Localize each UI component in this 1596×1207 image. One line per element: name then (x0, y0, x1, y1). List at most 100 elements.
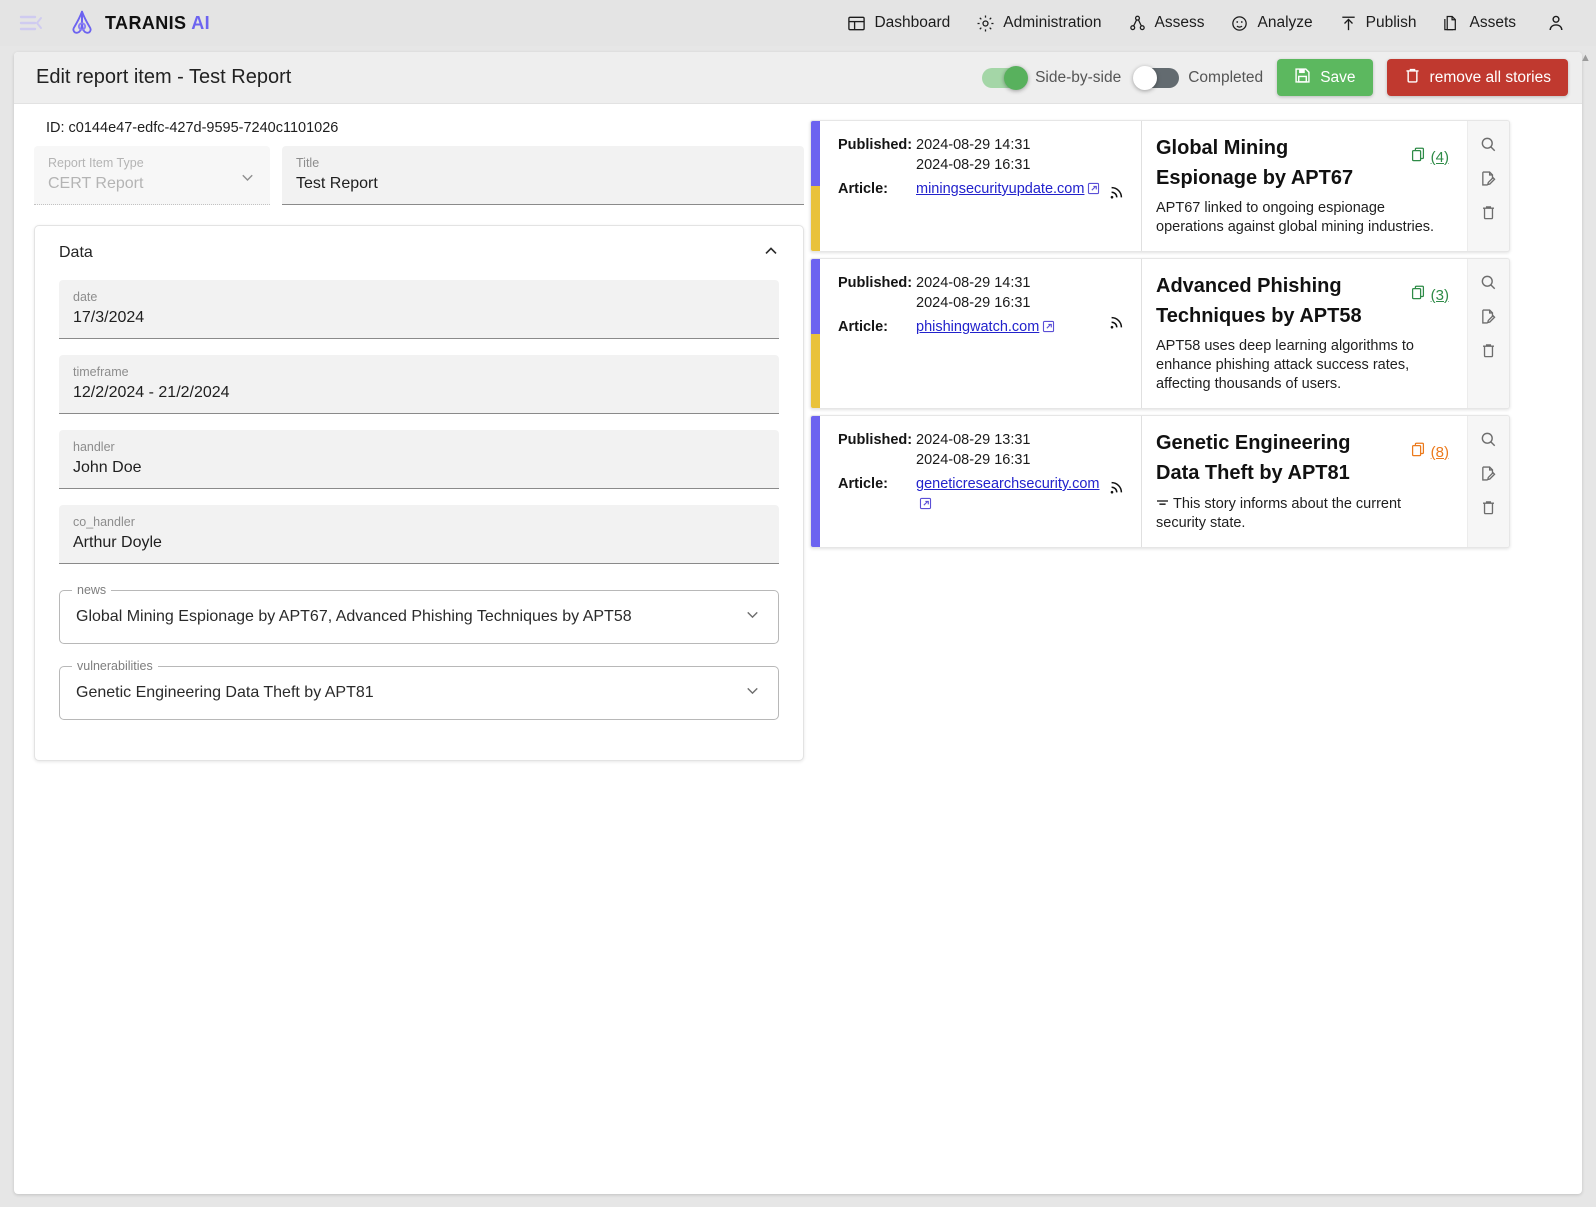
article-label: Article: (838, 476, 888, 492)
completed-toggle[interactable] (1133, 65, 1180, 90)
field-label: date (73, 290, 98, 304)
side-by-side-toggle-group[interactable]: Side-by-side (982, 65, 1121, 90)
data-section-body: date 17/3/2024 timeframe 12/2/2024 - 21/… (35, 280, 803, 720)
story-card[interactable]: Published: 2024-08-29 13:31 2024-08-29 1… (810, 415, 1510, 548)
news-label: news (72, 583, 112, 597)
field-vulnerabilities[interactable]: vulnerabilities Genetic Engineering Data… (59, 659, 779, 720)
external-link-icon[interactable] (1087, 181, 1100, 201)
title-field[interactable]: Title Test Report (282, 146, 804, 205)
chevron-down-icon[interactable] (743, 681, 762, 705)
external-link-icon[interactable] (919, 496, 932, 516)
bar-bottom-segment (811, 186, 820, 251)
nav-label: Assess (1154, 14, 1205, 31)
bar-top-segment (811, 416, 820, 482)
trash-icon[interactable] (1478, 201, 1500, 223)
search-icon[interactable] (1478, 133, 1500, 155)
trash-icon (1404, 67, 1421, 89)
nav-item-administration[interactable]: Administration (976, 14, 1102, 33)
story-news-item-count[interactable]: (4) (1411, 147, 1449, 167)
report-form-column: ID: c0144e47-edfc-427d-9595-7240c1101026… (14, 104, 804, 761)
nav-item-publish[interactable]: Publish (1339, 14, 1416, 33)
published-label: Published: (838, 432, 913, 448)
count-value: (8) (1430, 443, 1449, 461)
nav-item-analyze[interactable]: Analyze (1230, 14, 1313, 33)
bar-bottom-segment (811, 333, 820, 408)
main-navigation: Dashboard Administration Assess Analyze … (847, 13, 1582, 33)
story-news-item-count[interactable]: (8) (1411, 442, 1449, 462)
search-icon[interactable] (1478, 271, 1500, 293)
story-card[interactable]: Published: 2024-08-29 14:31 2024-08-29 1… (810, 258, 1510, 409)
published-date-1: 2024-08-29 13:31 (916, 432, 1031, 448)
chevron-up-icon[interactable] (761, 241, 781, 266)
toolbar-actions: Side-by-side Completed Save remove all s… (982, 59, 1568, 96)
brand-logo-group[interactable]: TARANIS AI (68, 9, 210, 37)
side-by-side-toggle[interactable] (982, 65, 1029, 90)
search-icon[interactable] (1478, 428, 1500, 450)
story-meta: Published: 2024-08-29 14:31 2024-08-29 1… (820, 259, 1142, 408)
copy-documents-icon (1411, 147, 1427, 167)
article-link[interactable]: geneticresearchsecurity.com (916, 476, 1099, 492)
story-news-item-count[interactable]: (3) (1411, 285, 1449, 305)
scrollbar-up-arrow[interactable]: ▲ (1580, 52, 1592, 64)
page-content: ID: c0144e47-edfc-427d-9595-7240c1101026… (14, 104, 1582, 761)
field-timeframe[interactable]: timeframe 12/2/2024 - 21/2/2024 (59, 355, 779, 414)
nav-item-dashboard[interactable]: Dashboard (847, 14, 950, 33)
save-button[interactable]: Save (1277, 59, 1373, 96)
assess-nodes-icon (1128, 14, 1147, 33)
data-section-heading: Data (59, 244, 93, 261)
gear-icon (976, 14, 995, 33)
published-date-2: 2024-08-29 16:31 (916, 157, 1031, 173)
bar-top-segment (811, 121, 820, 186)
stories-list: Published: 2024-08-29 14:31 2024-08-29 1… (810, 120, 1510, 548)
rss-feed-icon[interactable] (1103, 135, 1131, 239)
rss-feed-icon[interactable] (1103, 273, 1131, 396)
nav-item-assets[interactable]: Assets (1442, 14, 1516, 33)
nav-item-assess[interactable]: Assess (1128, 14, 1205, 33)
article-link[interactable]: phishingwatch.com (916, 319, 1039, 335)
story-content: Genetic Engineering Data Theft by APT81 … (1142, 416, 1467, 547)
trash-icon[interactable] (1478, 339, 1500, 361)
chevron-down-icon[interactable] (743, 605, 762, 629)
story-meta: Published: 2024-08-29 13:31 2024-08-29 1… (820, 416, 1142, 547)
news-value: Global Mining Espionage by APT67, Advanc… (76, 608, 632, 625)
dashboard-icon (847, 14, 866, 33)
data-section-header[interactable]: Data (35, 226, 803, 280)
trash-icon[interactable] (1478, 496, 1500, 518)
story-description-row: This story informs about the current sec… (1156, 494, 1453, 533)
published-date-2: 2024-08-29 16:31 (916, 452, 1031, 468)
file-edit-icon[interactable] (1478, 167, 1500, 189)
hamburger-collapse-icon[interactable] (18, 10, 44, 36)
file-edit-icon[interactable] (1478, 462, 1500, 484)
report-id: ID: c0144e47-edfc-427d-9595-7240c1101026 (46, 120, 339, 136)
external-link-icon[interactable] (1042, 319, 1055, 339)
taranis-logo-icon (68, 9, 96, 37)
nav-label: Administration (1003, 14, 1102, 31)
field-news[interactable]: news Global Mining Espionage by APT67, A… (59, 583, 779, 644)
user-account-icon[interactable] (1546, 13, 1566, 33)
count-value: (3) (1430, 286, 1449, 304)
article-link[interactable]: miningsecurityupdate.com (916, 181, 1084, 197)
page-surface: Edit report item - Test Report Side-by-s… (14, 52, 1582, 1194)
vulnerabilities-value: Genetic Engineering Data Theft by APT81 (76, 684, 374, 701)
file-edit-icon[interactable] (1478, 305, 1500, 327)
field-co-handler[interactable]: co_handler Arthur Doyle (59, 505, 779, 564)
remove-all-stories-label: remove all stories (1429, 68, 1551, 86)
count-value: (4) (1430, 148, 1449, 166)
story-card[interactable]: Published: 2024-08-29 14:31 2024-08-29 1… (810, 120, 1510, 252)
nav-label: Analyze (1257, 14, 1313, 31)
rss-feed-icon[interactable] (1103, 430, 1131, 535)
field-label: timeframe (73, 365, 129, 379)
published-label: Published: (838, 137, 913, 153)
field-date[interactable]: date 17/3/2024 (59, 280, 779, 339)
story-actions (1467, 259, 1509, 408)
vulnerabilities-label: vulnerabilities (72, 659, 158, 673)
field-handler[interactable]: handler John Doe (59, 430, 779, 489)
report-item-type-field[interactable]: Report Item Type CERT Report (34, 146, 270, 205)
field-value: 17/3/2024 (73, 309, 145, 326)
save-disk-icon (1294, 67, 1311, 89)
report-item-type-value: CERT Report (48, 175, 144, 192)
field-label: co_handler (73, 515, 135, 529)
completed-toggle-group[interactable]: Completed (1133, 65, 1263, 90)
remove-all-stories-button[interactable]: remove all stories (1386, 59, 1568, 96)
assets-documents-icon (1442, 14, 1461, 33)
